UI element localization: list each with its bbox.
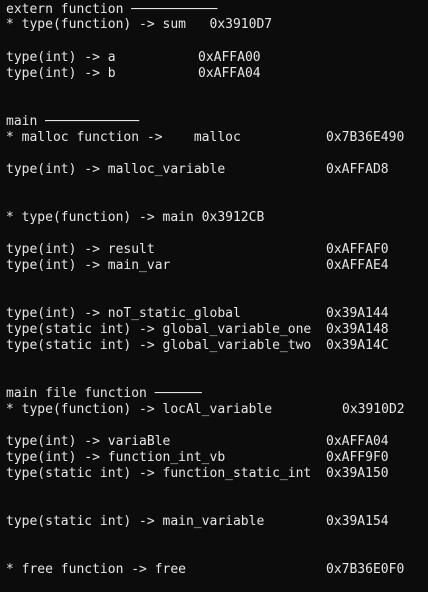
section-header-main-file-function: main file function ────── (6, 386, 202, 401)
address-main-variable: 0x39A154 (326, 514, 389, 529)
address-global-variable-one: 0x39A148 (326, 322, 389, 337)
output-line-malloc-function: * malloc function -> malloc (6, 130, 241, 145)
output-line-function-int-vb: type(int) -> function_int_vb (6, 450, 226, 465)
section-header-main: main ──────────── (6, 114, 140, 129)
output-line-variable: type(int) -> variaBle (6, 434, 171, 449)
scrollbar[interactable] (422, 0, 428, 592)
output-line-global-variable-one: type(static int) -> global_variable_one (6, 322, 312, 337)
output-line-not-static-global: type(int) -> noT_static_global (6, 306, 241, 321)
address-local-variable-function: 0x3910D2 (342, 402, 405, 417)
address-free-function: 0x7B36E0F0 (326, 562, 405, 577)
section-header-extern-function: extern function ─────────── (6, 2, 218, 17)
output-line-local-variable-function: * type(function) -> locAl_variable (6, 402, 273, 417)
output-line-sum-function: * type(function) -> sum 0x3910D7 (6, 17, 273, 32)
output-line-main-var: type(int) -> main_var (6, 258, 171, 273)
output-line-b: type(int) -> b (6, 66, 116, 81)
address-result: 0xAFFAF0 (326, 242, 389, 257)
address-not-static-global: 0x39A144 (326, 306, 389, 321)
output-line-main-variable: type(static int) -> main_variable (6, 514, 265, 529)
address-malloc-variable: 0xAFFAD8 (326, 162, 389, 177)
output-line-function-static-int: type(static int) -> function_static_int (6, 466, 312, 481)
address-global-variable-two: 0x39A14C (326, 338, 389, 353)
address-function-int-vb: 0xAFF9F0 (326, 450, 389, 465)
output-line-global-variable-two: type(static int) -> global_variable_two (6, 338, 312, 353)
output-line-result: type(int) -> result (6, 242, 155, 257)
output-line-malloc-variable: type(int) -> malloc_variable (6, 162, 226, 177)
output-line-free-function: * free function -> free (6, 562, 187, 577)
address-a: 0xAFFA00 (198, 50, 261, 65)
address-variable: 0xAFFA04 (326, 434, 389, 449)
address-main-var: 0xAFFAE4 (326, 258, 389, 273)
address-b: 0xAFFA04 (198, 66, 261, 81)
address-function-static-int: 0x39A150 (326, 466, 389, 481)
console-window: extern function ─────────── * type(funct… (0, 0, 428, 592)
address-malloc-function: 0x7B36E490 (326, 130, 405, 145)
output-line-main-function: * type(function) -> main 0x3912CB (6, 210, 265, 225)
output-line-a: type(int) -> a (6, 50, 116, 65)
